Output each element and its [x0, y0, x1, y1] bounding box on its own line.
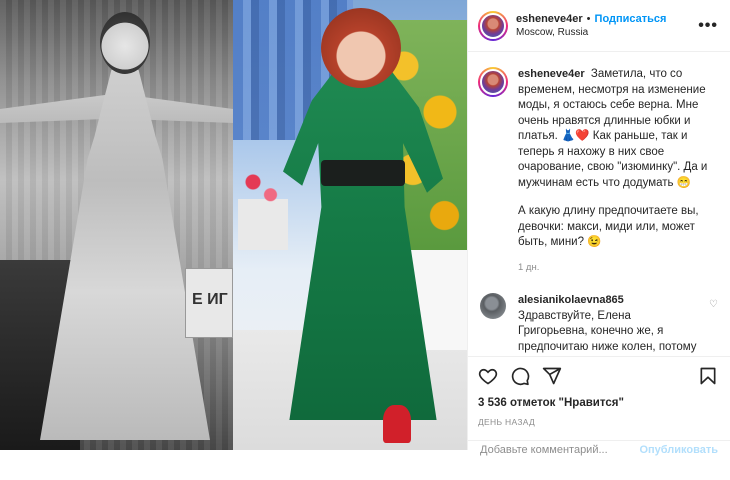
caption-paragraph-2: А какую длину предпочитаете вы, девочки:… — [518, 205, 699, 248]
commenter-username[interactable]: alesianikolaevna865 — [518, 293, 698, 309]
post-actions: 3 536 отметок "Нравится" ДЕНЬ НАЗАД — [468, 356, 730, 427]
commenter-avatar[interactable] — [480, 293, 506, 319]
comment-input[interactable]: Добавьте комментарий... — [480, 444, 608, 480]
action-buttons — [478, 365, 718, 387]
separator-dot: • — [586, 13, 591, 25]
comment-text: alesianikolaevna865 Здравствуйте, Елена … — [518, 293, 698, 356]
figure-head — [100, 12, 150, 74]
red-shoes — [383, 405, 411, 443]
comments-section[interactable]: esheneve4er Заметила, что со временем, н… — [468, 53, 730, 356]
add-comment-bar: Добавьте комментарий... Опубликовать — [468, 440, 730, 480]
header-meta: esheneve4er • Подписаться Moscow, Russia — [516, 13, 698, 38]
avatar-image — [480, 69, 506, 95]
comment-body: Здравствуйте, Елена Григорьевна, конечно… — [518, 309, 697, 353]
header-row: esheneve4er • Подписаться — [516, 13, 698, 25]
caption-body: Заметила, что со временем, несмотря на и… — [518, 68, 708, 189]
caption-text: esheneve4er Заметила, что со временем, н… — [518, 67, 718, 275]
caption-time[interactable]: 1 дн. — [518, 260, 718, 276]
flower-vase — [238, 165, 288, 250]
caption-paragraph-1: esheneve4er Заметила, что со временем, н… — [518, 67, 718, 191]
instagram-post: Е ИГ esheneve4er • Подписаться Moscow, R — [0, 0, 730, 456]
woman-head — [321, 8, 401, 88]
black-belt — [321, 160, 405, 186]
stage-sign: Е ИГ — [185, 268, 233, 338]
more-options-icon[interactable]: ••• — [698, 17, 718, 35]
post-photo[interactable]: Е ИГ — [0, 0, 467, 450]
likes-count[interactable]: 3 536 отметок "Нравится" — [478, 397, 718, 409]
post-header: esheneve4er • Подписаться Moscow, Russia… — [468, 0, 730, 52]
post-sidebar: esheneve4er • Подписаться Moscow, Russia… — [467, 0, 730, 456]
comment-item: alesianikolaevna865 Здравствуйте, Елена … — [478, 293, 718, 356]
color-photo — [233, 0, 467, 450]
share-icon[interactable] — [542, 366, 562, 386]
author-avatar[interactable] — [478, 10, 508, 41]
heart-icon[interactable] — [478, 366, 498, 386]
bookmark-icon[interactable] — [698, 366, 718, 386]
post-caption: esheneve4er Заметила, что со временем, н… — [478, 67, 718, 275]
black-white-photo: Е ИГ — [0, 0, 233, 450]
follow-button[interactable]: Подписаться — [595, 13, 667, 25]
post-date[interactable]: ДЕНЬ НАЗАД — [478, 417, 718, 427]
caption-avatar[interactable] — [478, 67, 508, 97]
avatar-image — [480, 12, 506, 39]
publish-button[interactable]: Опубликовать — [639, 444, 718, 480]
comment-like-icon[interactable]: ♡ — [709, 299, 718, 356]
location-link[interactable]: Moscow, Russia — [516, 27, 698, 38]
stage-sign-text: Е ИГ — [192, 291, 228, 308]
caption-username[interactable]: esheneve4er — [518, 68, 585, 80]
author-username[interactable]: esheneve4er — [516, 13, 583, 25]
comment-icon[interactable] — [510, 366, 530, 386]
